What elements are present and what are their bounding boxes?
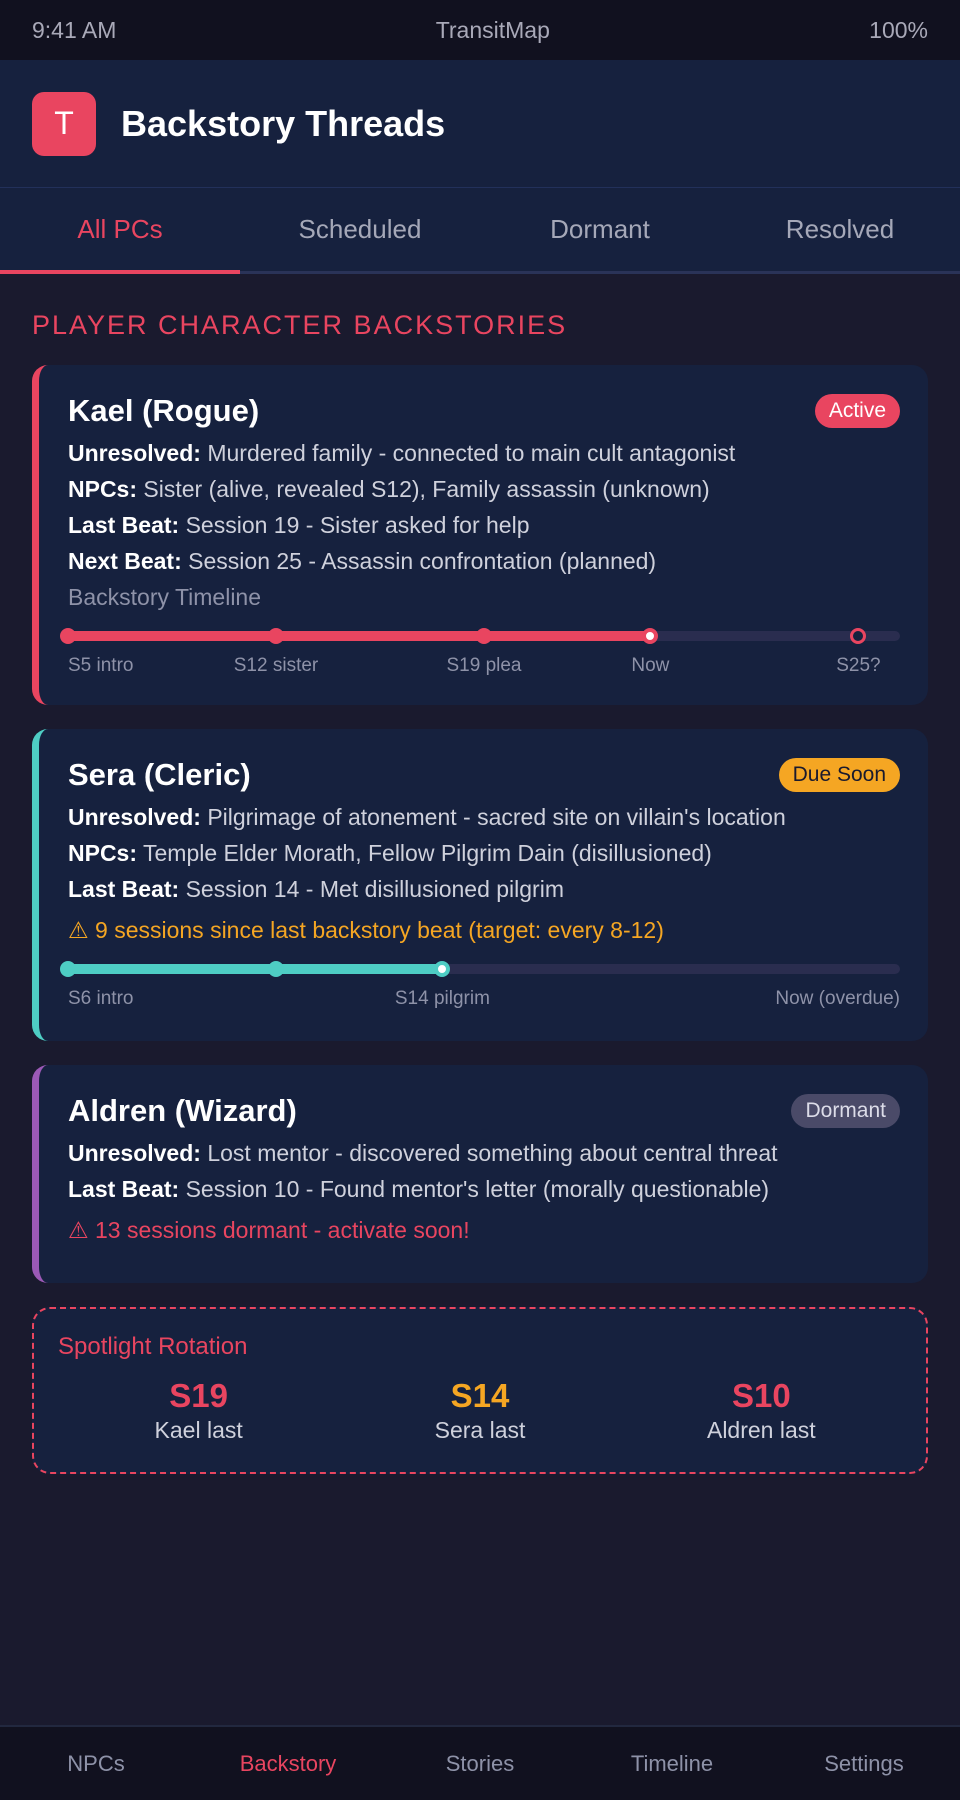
timeline-point-0 [60,961,76,977]
status-battery: 100% [869,16,928,43]
last-beat-text: Session 19 - Sister asked for help [185,512,530,538]
unresolved-text: Murdered family - connected to main cult… [207,440,736,466]
tab-scheduled[interactable]: Scheduled [240,188,480,271]
npcs-line: NPCs: Temple Elder Morath, Fellow Pilgri… [68,840,900,867]
spotlight-item-aldren: S10 Aldren last [621,1377,902,1444]
spotlight-title: Spotlight Rotation [58,1333,248,1360]
next-beat-label: Next Beat: [68,548,182,574]
tab-bar: All PCs Scheduled Dormant Resolved [0,188,960,274]
timeline-point-4 [850,628,867,644]
nav-npcs[interactable]: NPCs [0,1751,192,1777]
timeline-point-0 [60,628,76,644]
next-beat-line: Next Beat: Session 25 - Assassin confron… [68,548,900,575]
nav-settings[interactable]: Settings [768,1751,960,1777]
npcs-line: NPCs: Sister (alive, revealed S12), Fami… [68,476,900,503]
npcs-text: Sister (alive, revealed S12), Family ass… [143,476,710,502]
last-beat-line: Last Beat: Session 19 - Sister asked for… [68,512,900,539]
timeline-point-2 [434,961,451,977]
character-card-sera[interactable]: Sera (Cleric) Due Soon Unresolved: Pilgr… [32,729,928,1041]
character-name: Sera (Cleric) [68,757,251,792]
status-badge: Dormant [791,1094,900,1128]
timeline-tick-label: S5 intro [68,655,134,676]
page-title: Backstory Threads [121,102,446,144]
timeline-point-1 [268,961,284,977]
nav-backstory[interactable]: Backstory [192,1751,384,1777]
npcs-label: NPCs: [68,476,138,502]
nav-timeline[interactable]: Timeline [576,1751,768,1777]
app-logo: T [32,91,96,156]
timeline-tick-label: S25? [836,655,881,676]
spotlight-label: Sera last [434,1417,526,1443]
timeline-tick-label: Now [631,655,670,676]
dormant-warning: ⚠ 13 sessions dormant - activate soon! [68,1217,470,1243]
timeline-tick-label: Now (overdue) [775,988,900,1009]
bottom-nav: NPCs Backstory Stories Timeline Settings [0,1725,960,1800]
timeline-progress-fill [68,631,651,641]
spotlight-item-kael: S19 Kael last [58,1377,339,1444]
nav-stories[interactable]: Stories [384,1751,576,1777]
npcs-text: Temple Elder Morath, Fellow Pilgrim Dain… [143,840,712,866]
character-card-kael[interactable]: Kael (Rogue) Active Unresolved: Murdered… [32,365,928,705]
unresolved-text: Pilgrimage of atonement - sacred site on… [207,804,786,830]
character-name: Kael (Rogue) [68,393,260,428]
character-card-aldren[interactable]: Aldren (Wizard) Dormant Unresolved: Lost… [32,1065,928,1283]
last-beat-text: Session 10 - Found mentor's letter (mora… [185,1176,770,1202]
timeline-point-1 [268,628,284,644]
npcs-label: NPCs: [68,840,138,866]
tab-dormant[interactable]: Dormant [480,188,720,271]
backstory-timeline-track [60,961,900,977]
timeline-progress-fill [68,964,443,974]
tab-all-pcs[interactable]: All PCs [0,188,240,274]
timeline-tick-labels: S5 intro S12 sister S19 plea Now S25? [68,655,900,679]
unresolved-label: Unresolved: [68,804,201,830]
timeline-tick-label: S12 sister [233,655,319,676]
main-content: PLAYER CHARACTER BACKSTORIES Kael (Rogue… [0,310,960,1474]
timeline-label: Backstory Timeline [68,584,262,610]
last-beat-line: Last Beat: Session 14 - Met disillusione… [68,876,900,903]
timeline-tick-labels: S6 intro S14 pilgrim Now (overdue) [68,988,900,1012]
spotlight-session: S10 [731,1377,791,1414]
last-beat-line: Last Beat: Session 10 - Found mentor's l… [68,1176,900,1203]
backstory-timeline-track [60,628,900,644]
unresolved-line: Unresolved: Lost mentor - discovered som… [68,1140,900,1167]
timeline-tick-label: S14 pilgrim [394,988,490,1009]
unresolved-label: Unresolved: [68,440,201,466]
section-title: PLAYER CHARACTER BACKSTORIES [32,310,568,340]
status-bar: 9:41 AM TransitMap 100% [0,0,960,60]
spotlight-session: S19 [169,1377,229,1414]
last-beat-label: Last Beat: [68,876,180,902]
last-beat-label: Last Beat: [68,1176,180,1202]
spotlight-label: Aldren last [706,1417,816,1443]
spotlight-session: S14 [450,1377,510,1414]
spotlight-rotation-panel: Spotlight Rotation S19 Kael last S14 Ser… [32,1307,928,1474]
status-app-name: TransitMap [435,16,550,43]
unresolved-text: Lost mentor - discovered something about… [207,1140,778,1166]
timeline-tick-label: S6 intro [68,988,134,1009]
unresolved-line: Unresolved: Pilgrimage of atonement - sa… [68,804,900,831]
app-header: T Backstory Threads [0,60,960,188]
status-time: 9:41 AM [32,16,117,43]
timeline-tick-label: S19 plea [446,655,522,676]
status-badge: Active [814,394,900,428]
next-beat-text: Session 25 - Assassin confrontation (pla… [188,548,657,574]
last-beat-text: Session 14 - Met disillusioned pilgrim [185,876,564,902]
overdue-warning: ⚠ 9 sessions since last backstory beat (… [68,917,664,943]
timeline-point-3 [642,628,659,644]
tab-resolved[interactable]: Resolved [720,188,960,271]
timeline-point-2 [476,628,492,644]
spotlight-item-sera: S14 Sera last [339,1377,620,1444]
unresolved-label: Unresolved: [68,1140,201,1166]
spotlight-label: Kael last [154,1417,243,1443]
unresolved-line: Unresolved: Murdered family - connected … [68,440,900,467]
last-beat-label: Last Beat: [68,512,180,538]
status-badge: Due Soon [778,758,900,792]
character-name: Aldren (Wizard) [68,1093,297,1128]
